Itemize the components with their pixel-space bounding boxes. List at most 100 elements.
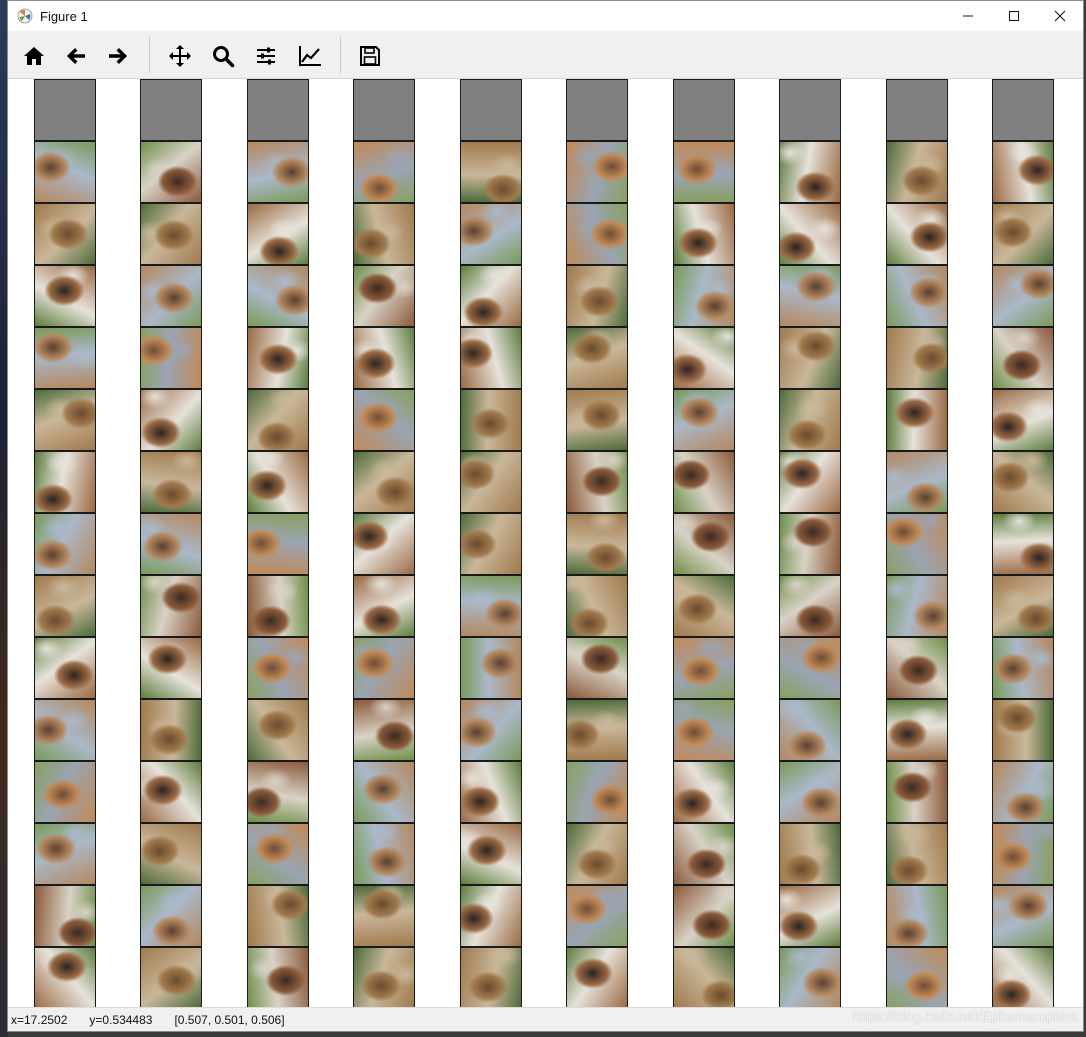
- generated-horse-image: [460, 389, 522, 451]
- generated-horse-image: [460, 265, 522, 327]
- image-column: [34, 79, 96, 1007]
- close-button[interactable]: [1037, 1, 1083, 31]
- generated-horse-image: [673, 389, 735, 451]
- edit-axes-button[interactable]: [295, 41, 325, 71]
- generated-horse-image: [779, 637, 841, 699]
- minimize-icon: [963, 15, 973, 17]
- pan-button[interactable]: [165, 41, 195, 71]
- generated-horse-image: [460, 823, 522, 885]
- placeholder-image: [886, 79, 948, 141]
- generated-horse-image: [353, 513, 415, 575]
- home-icon: [24, 47, 44, 65]
- image-column: [779, 79, 841, 1007]
- generated-horse-image: [140, 823, 202, 885]
- generated-horse-image: [566, 265, 628, 327]
- generated-horse-image: [779, 575, 841, 637]
- generated-horse-image: [992, 389, 1054, 451]
- generated-horse-image: [140, 575, 202, 637]
- generated-horse-image: [34, 451, 96, 513]
- generated-horse-image: [566, 141, 628, 203]
- generated-horse-image: [886, 327, 948, 389]
- generated-horse-image: [779, 327, 841, 389]
- generated-horse-image: [566, 513, 628, 575]
- configure-subplots-button[interactable]: [251, 41, 281, 71]
- maximize-icon: [1009, 11, 1019, 21]
- configure-subplots-icon: [257, 47, 275, 65]
- generated-horse-image: [247, 327, 309, 389]
- generated-horse-image: [34, 885, 96, 947]
- generated-horse-image: [566, 637, 628, 699]
- generated-horse-image: [34, 327, 96, 389]
- generated-horse-image: [140, 203, 202, 265]
- generated-horse-image: [140, 327, 202, 389]
- generated-horse-image: [353, 141, 415, 203]
- back-button[interactable]: [61, 41, 91, 71]
- generated-horse-image: [34, 265, 96, 327]
- generated-horse-image: [673, 265, 735, 327]
- minimize-button[interactable]: [945, 1, 991, 31]
- generated-horse-image: [566, 327, 628, 389]
- generated-horse-image: [140, 885, 202, 947]
- generated-horse-image: [353, 575, 415, 637]
- watermark: https://blog.csdn.net/Ephemeroptera: [852, 1008, 1078, 1024]
- generated-horse-image: [886, 947, 948, 1007]
- generated-horse-image: [247, 389, 309, 451]
- figure-window: Figure 1 x=17.2502 y=0.534483 [0.507, 0.…: [7, 0, 1084, 1032]
- generated-horse-image: [566, 575, 628, 637]
- generated-horse-image: [992, 265, 1054, 327]
- generated-horse-image: [779, 885, 841, 947]
- generated-horse-image: [566, 761, 628, 823]
- save-button[interactable]: [355, 41, 385, 71]
- generated-horse-image: [779, 451, 841, 513]
- back-icon: [67, 48, 85, 64]
- placeholder-image: [353, 79, 415, 141]
- generated-horse-image: [34, 823, 96, 885]
- placeholder-image: [140, 79, 202, 141]
- generated-horse-image: [140, 513, 202, 575]
- generated-horse-image: [992, 637, 1054, 699]
- generated-horse-image: [247, 637, 309, 699]
- generated-horse-image: [673, 203, 735, 265]
- generated-horse-image: [566, 699, 628, 761]
- generated-horse-image: [34, 203, 96, 265]
- generated-horse-image: [779, 203, 841, 265]
- generated-horse-image: [460, 637, 522, 699]
- placeholder-image: [673, 79, 735, 141]
- maximize-button[interactable]: [991, 1, 1037, 31]
- image-column: [140, 79, 202, 1007]
- zoom-button[interactable]: [208, 41, 238, 71]
- generated-horse-image: [247, 265, 309, 327]
- forward-button[interactable]: [103, 41, 133, 71]
- generated-horse-image: [353, 389, 415, 451]
- generated-horse-image: [673, 823, 735, 885]
- generated-horse-image: [140, 637, 202, 699]
- toolbar-separator: [340, 37, 341, 73]
- generated-horse-image: [247, 823, 309, 885]
- generated-horse-image: [34, 513, 96, 575]
- placeholder-image: [992, 79, 1054, 141]
- generated-horse-image: [779, 389, 841, 451]
- generated-horse-image: [34, 389, 96, 451]
- placeholder-image: [460, 79, 522, 141]
- image-column: [673, 79, 735, 1007]
- generated-horse-image: [779, 513, 841, 575]
- title-bar[interactable]: Figure 1: [8, 1, 1083, 31]
- generated-horse-image: [992, 141, 1054, 203]
- generated-horse-image: [247, 203, 309, 265]
- generated-horse-image: [353, 203, 415, 265]
- forward-icon: [109, 48, 127, 64]
- figure-canvas[interactable]: [8, 79, 1083, 1007]
- image-column: [992, 79, 1054, 1007]
- generated-horse-image: [247, 761, 309, 823]
- generated-horse-image: [779, 761, 841, 823]
- generated-horse-image: [34, 637, 96, 699]
- cursor-y-readout: y=0.534483: [89, 1012, 153, 1027]
- generated-horse-image: [886, 389, 948, 451]
- generated-horse-image: [779, 823, 841, 885]
- generated-horse-image: [673, 761, 735, 823]
- generated-horse-image: [460, 947, 522, 1007]
- home-button[interactable]: [19, 41, 49, 71]
- generated-horse-image: [247, 513, 309, 575]
- generated-horse-image: [353, 451, 415, 513]
- generated-horse-image: [992, 327, 1054, 389]
